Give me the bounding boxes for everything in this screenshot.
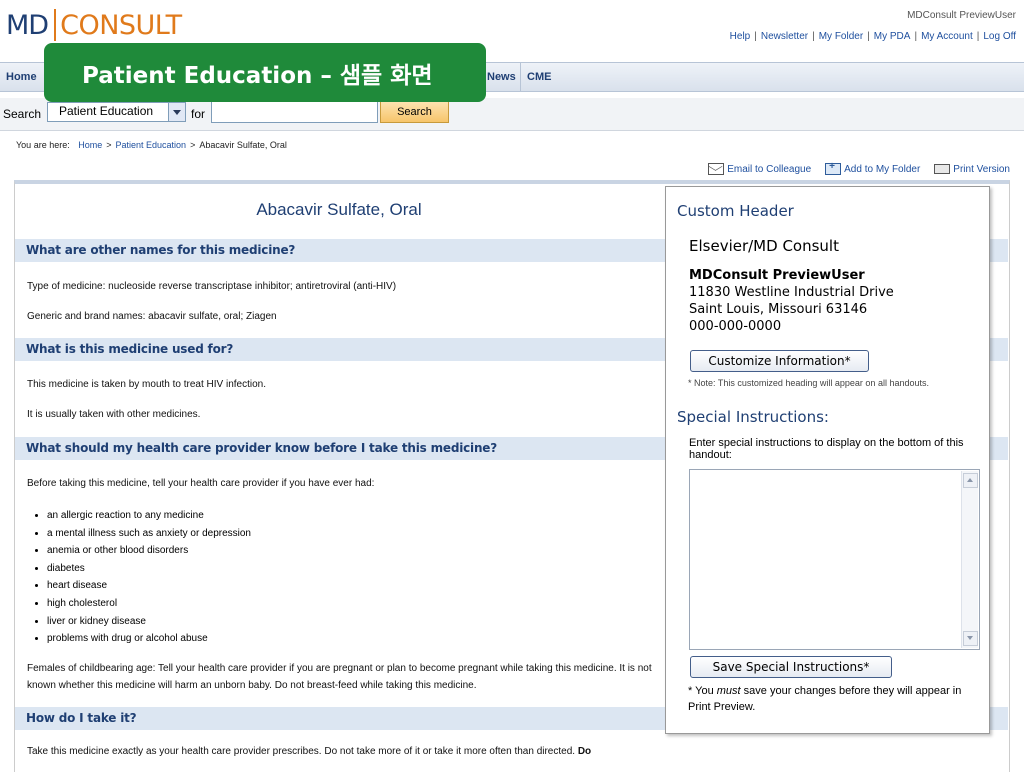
my-folder-link[interactable]: My Folder <box>819 31 863 42</box>
for-label: for <box>191 107 206 121</box>
search-scope-select[interactable]: Patient Education <box>47 102 186 122</box>
newsletter-link[interactable]: Newsletter <box>761 31 808 42</box>
how-to-take-sentence: Take this medicine exactly as your healt… <box>27 746 576 757</box>
address-phone: 000-000-0000 <box>689 319 782 334</box>
divider: | <box>976 31 980 42</box>
nav-news[interactable]: News <box>480 63 522 91</box>
address-line-1: 11830 Westline Industrial Drive <box>689 285 894 300</box>
medicine-type: Type of medicine: nucleoside reverse tra… <box>27 281 397 292</box>
print-label: Print Version <box>953 163 1010 175</box>
divider: | <box>812 31 815 42</box>
logo-divider <box>54 9 57 41</box>
breadcrumb-current: Abacavir Sulfate, Oral <box>199 140 287 150</box>
envelope-icon <box>708 163 725 175</box>
search-button[interactable]: Search <box>380 101 449 123</box>
custom-header-title: Custom Header <box>677 202 794 220</box>
used-for-text-2: It is usually taken with other medicines… <box>27 409 201 420</box>
breadcrumb-home[interactable]: Home <box>78 140 102 150</box>
search-bar: Search Patient Education for Search <box>0 98 1024 131</box>
before-taking-intro: Before taking this medicine, tell your h… <box>27 478 375 489</box>
breadcrumb-prefix: You are here: <box>16 140 70 150</box>
folder-label: Add to My Folder <box>844 163 921 175</box>
divider: | <box>914 31 918 42</box>
address-user: MDConsult PreviewUser <box>689 268 865 283</box>
my-pda-link[interactable]: My PDA <box>874 31 911 42</box>
breadcrumb-separator: > <box>106 140 112 150</box>
organization-name: Elsevier/MD Consult <box>689 237 839 255</box>
medicine-names: Generic and brand names: abacavir sulfat… <box>27 311 277 322</box>
printer-icon <box>934 164 951 174</box>
search-input[interactable] <box>211 101 378 123</box>
scroll-up-icon[interactable] <box>963 473 978 488</box>
save-reminder-emphasis: must <box>716 685 741 697</box>
breadcrumb: You are here: Home > Patient Education > Aba… <box>16 140 287 150</box>
page-title: Abacavir Sulfate, Oral <box>256 200 422 219</box>
overlay-banner: Patient Education – 샘플 화면 <box>44 43 486 102</box>
nav-cme[interactable]: CME <box>520 63 557 91</box>
list-item: high cholesterol <box>47 595 251 613</box>
list-item: heart disease <box>47 577 251 595</box>
log-off-link[interactable]: Log Off <box>983 31 1016 42</box>
print-version-link[interactable]: Print Version <box>934 163 1010 175</box>
list-item: anemia or other blood disorders <box>47 542 251 560</box>
search-scope-value: Patient Education <box>59 104 154 118</box>
females-warning: Females of childbearing age: Tell your h… <box>27 663 652 691</box>
special-instructions-title: Special Instructions: <box>677 408 829 426</box>
address-line-2: Saint Louis, Missouri 63146 <box>689 302 868 317</box>
email-to-colleague-link[interactable]: Email to Colleague <box>708 163 811 175</box>
save-special-instructions-button[interactable]: Save Special Instructions* <box>690 656 892 678</box>
customize-information-button[interactable]: Customize Information* <box>690 350 869 372</box>
special-instructions-textarea[interactable] <box>689 469 980 650</box>
list-item: a mental illness such as anxiety or depr… <box>47 525 251 543</box>
add-to-folder-link[interactable]: Add to My Folder <box>825 161 921 175</box>
divider: | <box>867 31 870 42</box>
customize-note: * Note: This customized heading will app… <box>688 378 929 388</box>
search-label: Search <box>3 107 42 121</box>
how-to-take-bold: Do <box>577 746 592 757</box>
chevron-down-icon[interactable] <box>168 103 185 121</box>
list-item: an allergic reaction to any medicine <box>47 507 251 525</box>
top-links: Help | Newsletter | My Folder | My PDA | My Acco… <box>730 31 1016 42</box>
logo-consult: CONSULT <box>60 9 182 41</box>
logo-md: MD <box>6 9 49 41</box>
breadcrumb-patient-education[interactable]: Patient Education <box>116 140 187 150</box>
used-for-text-1: This medicine is taken by mouth to treat… <box>27 379 266 390</box>
list-item: problems with drug or alcohol abuse <box>47 630 251 648</box>
scroll-down-icon[interactable] <box>963 631 978 646</box>
logged-in-user: MDConsult PreviewUser <box>907 10 1016 21</box>
divider: | <box>754 31 757 42</box>
email-label: Email to Colleague <box>727 163 812 175</box>
textarea-scrollbar[interactable] <box>961 471 978 648</box>
save-reminder: * You must save your changes before they… <box>688 683 978 715</box>
document-actions: Email to Colleague Add to My Folder Prin… <box>708 161 1010 175</box>
breadcrumb-separator: > <box>190 140 196 150</box>
nav-home[interactable]: Home <box>0 63 43 91</box>
custom-header-panel: Custom Header Elsevier/MD Consult MDCons… <box>665 186 990 734</box>
add-folder-icon <box>825 161 842 175</box>
md-consult-logo[interactable]: MD CONSULT <box>6 8 182 42</box>
address-block: MDConsult PreviewUser 11830 Westline Ind… <box>689 267 894 335</box>
my-account-link[interactable]: My Account <box>921 31 973 42</box>
how-to-take-text: Take this medicine exactly as your healt… <box>27 744 657 759</box>
save-reminder-prefix: * You <box>688 685 717 697</box>
conditions-list: an allergic reaction to any medicine a m… <box>27 507 251 648</box>
list-item: liver or kidney disease <box>47 613 251 631</box>
list-item: diabetes <box>47 560 251 578</box>
special-instructions-description: Enter special instructions to display on… <box>689 437 964 461</box>
help-link[interactable]: Help <box>730 31 751 42</box>
